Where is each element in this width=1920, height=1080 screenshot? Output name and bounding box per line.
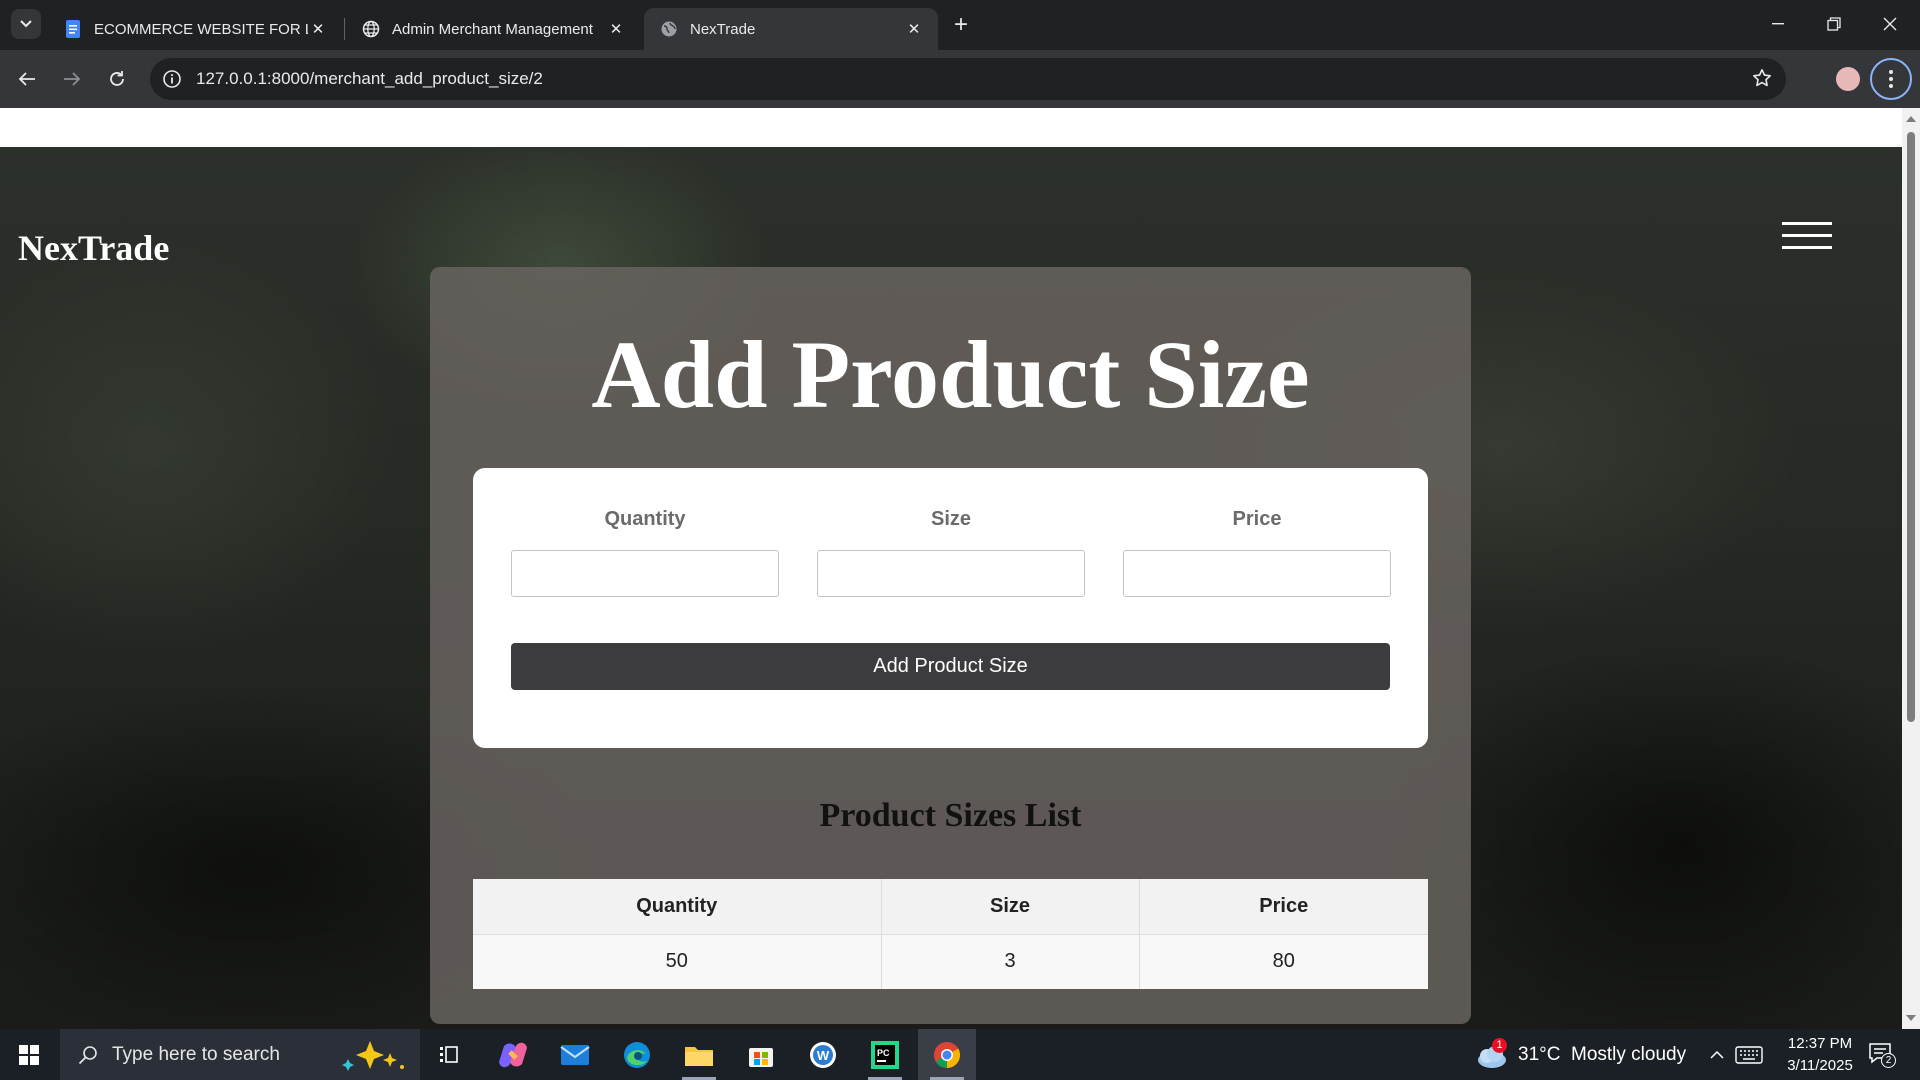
- cell-size: 3: [881, 934, 1140, 989]
- microsoft-store-icon[interactable]: [732, 1029, 790, 1080]
- hero-background: NexTrade Add Product Size Quantity Size …: [0, 147, 1902, 1029]
- scroll-down-arrow-icon[interactable]: [1906, 1015, 1916, 1021]
- quantity-input[interactable]: [511, 550, 779, 597]
- restore-button[interactable]: [1806, 0, 1862, 48]
- minimize-button[interactable]: [1750, 0, 1806, 48]
- product-size-form: Quantity Size Price Add Product Size: [473, 468, 1428, 748]
- notification-center-button[interactable]: 2: [1862, 1029, 1902, 1080]
- bookmark-star-icon[interactable]: [1752, 68, 1772, 93]
- arrow-left-icon: [18, 72, 35, 86]
- forward-button[interactable]: [55, 62, 89, 96]
- search-icon: [78, 1045, 97, 1064]
- tab-title: ECOMMERCE WEBSITE FOR LOCAL: [94, 20, 308, 38]
- search-placeholder: Type here to search: [112, 1043, 280, 1065]
- taskbar-search-box[interactable]: Type here to search: [60, 1029, 420, 1080]
- scroll-up-arrow-icon[interactable]: [1906, 116, 1916, 122]
- cell-price: 80: [1139, 934, 1428, 989]
- edge-browser-icon[interactable]: [608, 1029, 666, 1080]
- site-logo[interactable]: NexTrade: [18, 227, 169, 269]
- quantity-label: Quantity: [604, 508, 686, 530]
- docs-icon: [64, 20, 82, 38]
- close-window-button[interactable]: [1862, 0, 1918, 48]
- svg-text:PC: PC: [877, 1048, 890, 1058]
- weather-alert-badge: 1: [1492, 1037, 1507, 1053]
- size-input[interactable]: [817, 550, 1085, 597]
- price-input[interactable]: [1123, 550, 1391, 597]
- close-tab-icon[interactable]: ✕: [606, 19, 626, 39]
- url-text[interactable]: 127.0.0.1:8000/merchant_add_product_size…: [196, 69, 543, 89]
- page-viewport: NexTrade Add Product Size Quantity Size …: [0, 108, 1902, 1029]
- reload-icon: [110, 71, 124, 86]
- tab-divider: [344, 18, 345, 40]
- browser-tab[interactable]: ECOMMERCE WEBSITE FOR LOCAL ✕: [48, 8, 342, 50]
- word-app-icon[interactable]: W: [794, 1029, 852, 1080]
- address-bar[interactable]: 127.0.0.1:8000/merchant_add_product_size…: [150, 58, 1786, 100]
- globe-icon: [362, 20, 380, 38]
- column-header-price: Price: [1139, 879, 1428, 935]
- copilot-icon[interactable]: [484, 1029, 542, 1080]
- copilot-sparkle-icon[interactable]: [338, 1039, 408, 1076]
- table-header-row: Quantity Size Price: [473, 879, 1428, 935]
- size-field-group: Size: [817, 508, 1085, 597]
- browser-tab-active[interactable]: NexTrade ✕: [644, 8, 938, 50]
- page-title: Add Product Size: [591, 321, 1310, 428]
- minimize-icon: [1772, 23, 1784, 25]
- chrome-icon[interactable]: [918, 1029, 976, 1080]
- browser-toolbar: 127.0.0.1:8000/merchant_add_product_size…: [0, 50, 1920, 108]
- new-tab-button[interactable]: +: [946, 10, 976, 40]
- globe-icon: [660, 20, 678, 38]
- svg-text:W: W: [817, 1048, 830, 1063]
- weather-text: 31°C Mostly cloudy: [1518, 1043, 1687, 1065]
- start-button[interactable]: [0, 1029, 58, 1080]
- notification-count: 2: [1881, 1052, 1896, 1068]
- price-label: Price: [1232, 508, 1282, 530]
- profile-avatar[interactable]: [1836, 67, 1860, 91]
- plus-icon: +: [953, 11, 968, 38]
- column-header-size: Size: [881, 879, 1140, 935]
- cell-quantity: 50: [473, 934, 882, 989]
- page-scrollbar[interactable]: [1902, 108, 1920, 1029]
- arrow-right-icon: [64, 72, 81, 86]
- price-field-group: Price: [1123, 508, 1391, 597]
- add-size-panel: Add Product Size Quantity Size Price Add…: [430, 267, 1471, 1024]
- chevron-up-icon: [1710, 1050, 1724, 1059]
- scrollbar-thumb[interactable]: [1907, 132, 1915, 722]
- size-label: Size: [930, 508, 972, 530]
- hamburger-menu-icon[interactable]: [1782, 222, 1832, 252]
- close-tab-icon[interactable]: ✕: [904, 19, 924, 39]
- chat-bubble-icon: 2: [1868, 1042, 1896, 1068]
- browser-tab[interactable]: Admin Merchant Management ✕: [346, 8, 640, 50]
- info-icon[interactable]: [162, 69, 182, 89]
- windows-taskbar: Type here to search W PC 1 31°C Mostly c…: [0, 1029, 1920, 1080]
- tab-title: NexTrade: [690, 20, 756, 38]
- reload-button[interactable]: [100, 62, 134, 96]
- cloud-weather-icon: 1: [1474, 1037, 1510, 1070]
- windows-logo-icon: [19, 1044, 39, 1065]
- quantity-field-group: Quantity: [511, 508, 779, 597]
- column-header-quantity: Quantity: [473, 879, 882, 935]
- chevron-down-icon: [20, 20, 32, 28]
- file-explorer-icon[interactable]: [670, 1029, 728, 1080]
- tab-search-button[interactable]: [11, 9, 41, 39]
- more-vertical-icon: [1889, 70, 1893, 88]
- pycharm-icon[interactable]: PC: [856, 1029, 914, 1080]
- weather-widget[interactable]: 1 31°C Mostly cloudy: [1474, 1029, 1686, 1080]
- table-row: 50 3 80: [473, 934, 1428, 989]
- close-icon: [1883, 17, 1897, 31]
- sizes-list-title: Product Sizes List: [819, 797, 1082, 834]
- tray-overflow-button[interactable]: [1702, 1029, 1732, 1080]
- close-tab-icon[interactable]: ✕: [308, 19, 328, 39]
- browser-menu-button[interactable]: [1870, 58, 1912, 100]
- tab-title: Admin Merchant Management: [392, 20, 593, 38]
- product-sizes-table: Quantity Size Price 50 3 80: [473, 879, 1428, 989]
- browser-tab-strip: ECOMMERCE WEBSITE FOR LOCAL ✕ Admin Merc…: [0, 0, 1920, 50]
- restore-icon: [1827, 17, 1841, 31]
- mail-icon[interactable]: [546, 1029, 604, 1080]
- add-product-size-button[interactable]: Add Product Size: [511, 643, 1390, 690]
- back-button[interactable]: [10, 62, 44, 96]
- task-view-icon[interactable]: [421, 1029, 479, 1080]
